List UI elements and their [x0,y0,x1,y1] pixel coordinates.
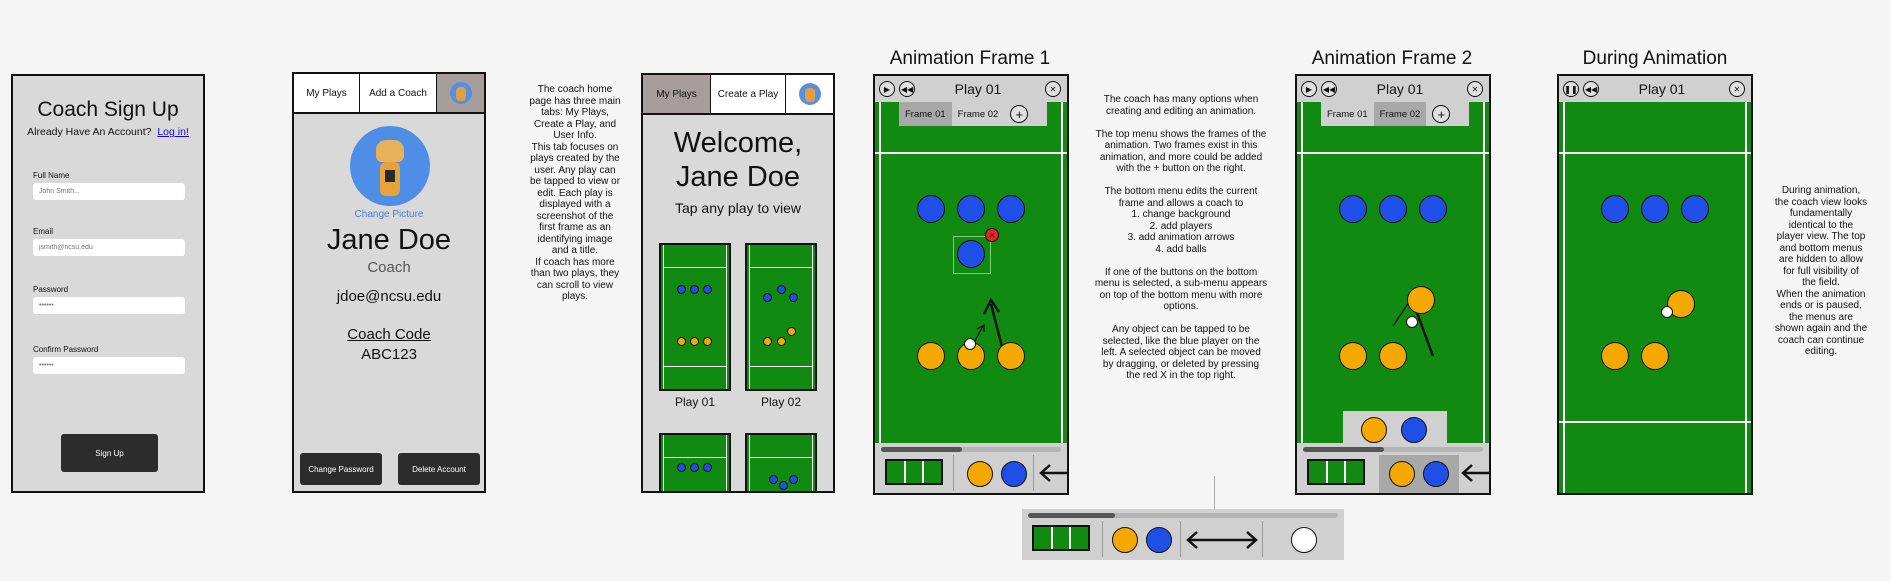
background-button-icon[interactable] [1032,525,1090,551]
pause-icon[interactable]: ❚❚ [1563,81,1579,97]
frame2-editor: ▶ ◀◀ Play 01 ✕ Frame 01 Frame 02 + [1295,74,1491,495]
email-field[interactable] [33,239,185,256]
player-blue [1681,195,1709,223]
sign-up-button[interactable]: Sign Up [61,434,158,472]
arrow-tool-icon[interactable] [1184,529,1260,551]
ball[interactable] [964,338,976,350]
add-blue-player-icon[interactable] [1146,527,1172,553]
player-orange [1641,342,1669,370]
scrollbar[interactable] [1028,513,1338,518]
close-icon[interactable]: ✕ [1729,81,1745,97]
ball[interactable] [1406,316,1418,328]
player-blue [1601,195,1629,223]
tab-my-plays[interactable]: My Plays [643,75,711,113]
during-play-title: Play 01 [1638,81,1686,97]
play-thumbnail-01[interactable] [659,243,731,391]
login-prompt: Already Have An Account? Log in! [13,126,203,138]
during-animation-screen: ❚❚ ◀◀ Play 01 ✕ [1557,74,1753,495]
note-during: During animation, the coach view looks f… [1774,185,1868,357]
profile-role: Coach [367,259,411,276]
expanded-bottom-menu [1022,509,1344,560]
play-thumbnail-02[interactable] [745,243,817,391]
player-orange[interactable] [997,342,1025,370]
tab-create-play[interactable]: Create a Play [711,75,786,113]
confirm-password-label: Confirm Password [33,345,99,354]
play-title-01: Play 01 [674,395,716,409]
signup-screen: Coach Sign Up Already Have An Account? L… [11,74,205,493]
signup-title: Coach Sign Up [37,98,179,121]
player-orange [1601,342,1629,370]
add-orange-player-icon[interactable] [1389,461,1415,487]
during-heading: During Animation [1582,48,1728,69]
add-orange-player-icon[interactable] [967,461,993,487]
player-blue [1641,195,1669,223]
change-picture-link[interactable]: Change Picture [294,209,484,220]
tab-user-info[interactable] [437,74,484,112]
profile-email: jdoe@ncsu.edu [336,288,442,305]
during-control-bar: ❚❚ ◀◀ Play 01 ✕ [1559,76,1751,102]
ball [1661,306,1673,318]
profile-screen: My Plays Add a Coach Change Picture Jane… [292,72,486,493]
coach-code-value: ABC123 [361,346,417,363]
add-blue-player-icon[interactable] [1001,461,1027,487]
add-ball-icon[interactable] [1291,527,1317,553]
arrow-tool-icon[interactable] [1459,463,1491,483]
background-button-icon[interactable] [1307,459,1365,485]
player-orange[interactable] [917,342,945,370]
profile-avatar[interactable] [350,126,430,206]
home-tabs: My Plays Create a Play [643,75,833,115]
player-orange[interactable] [1407,286,1435,314]
submenu-orange-player-icon[interactable] [1361,417,1387,443]
welcome-line-2: Jane Doe [675,161,801,193]
player-orange[interactable] [1379,342,1407,370]
frame2-heading: Animation Frame 2 [1311,48,1473,69]
scrollbar[interactable] [1303,447,1483,452]
coach-code-label: Coach Code [347,326,431,343]
add-blue-player-icon[interactable] [1423,461,1449,487]
change-password-button[interactable]: Change Password [300,453,382,485]
login-link[interactable]: Log in! [157,126,189,138]
confirm-password-field[interactable] [33,357,185,374]
frame1-heading: Animation Frame 1 [889,48,1051,69]
email-label: Email [33,227,54,236]
delete-account-button[interactable]: Delete Account [398,453,480,485]
scrollbar[interactable] [881,447,1061,452]
welcome-subtitle: Tap any play to view [674,200,802,216]
player-orange[interactable] [1339,342,1367,370]
rewind-icon[interactable]: ◀◀ [1583,81,1599,97]
tab-user-info[interactable] [786,75,833,113]
frame1-editor: ▶ ◀◀ Play 01 ✕ Frame 01 Frame 02 + ✕ [873,74,1069,495]
already-text: Already Have An Account? [27,126,152,138]
profile-tabs: My Plays Add a Coach [294,74,484,114]
play-title-02: Play 02 [760,395,802,409]
tab-add-coach[interactable]: Add a Coach [360,74,437,112]
frame2-bottom-menu [1297,443,1489,493]
full-name-field[interactable] [33,183,185,200]
note-editor: The coach has many options when creating… [1094,94,1268,381]
play-thumbnail-04[interactable] [745,433,817,491]
submenu-blue-player-icon[interactable] [1401,417,1427,443]
welcome-line-1: Welcome, [673,127,803,159]
frame1-bottom-menu [875,443,1067,493]
frame1-arrows [970,297,1009,367]
profile-name: Jane Doe [326,224,452,256]
add-orange-player-icon[interactable] [1112,527,1138,553]
background-button-icon[interactable] [885,459,943,485]
avatar-icon [449,82,472,104]
full-name-label: Full Name [33,171,70,180]
play-thumbnail-03[interactable] [659,433,731,491]
my-plays-screen: My Plays Create a Play Welcome, Jane Doe… [641,73,835,493]
password-field[interactable] [33,297,185,314]
password-label: Password [33,285,69,294]
tab-my-plays[interactable]: My Plays [294,74,360,112]
arrow-tool-icon[interactable] [1037,463,1069,483]
note-home: The coach home page has three main tabs:… [529,84,621,302]
avatar-icon [798,83,821,105]
